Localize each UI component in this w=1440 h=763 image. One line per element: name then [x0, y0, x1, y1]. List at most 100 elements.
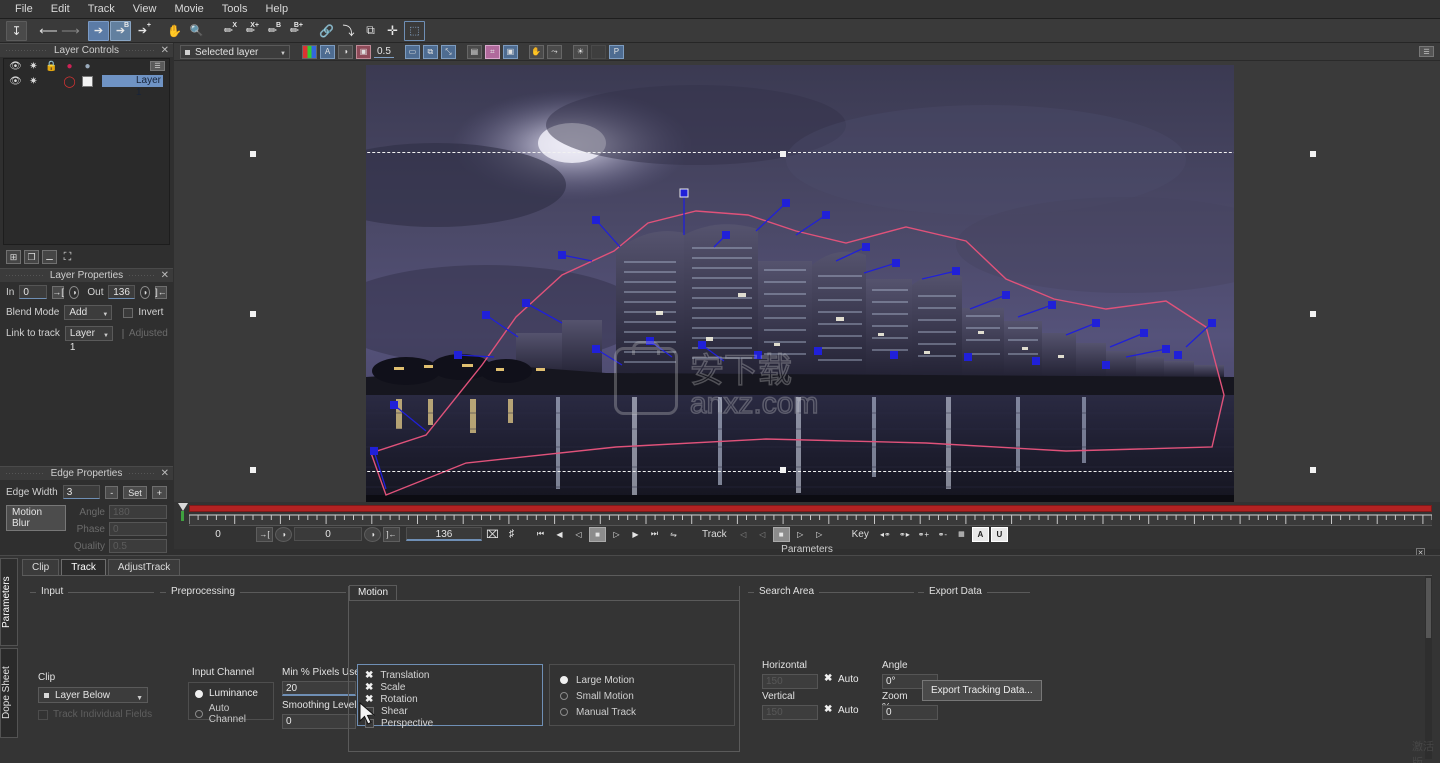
select-arrow-b-icon[interactable]: ➔ B [110, 20, 131, 41]
color-wheel2-icon[interactable]: ● [82, 61, 93, 72]
smoothing-field[interactable]: 0 [282, 714, 356, 729]
in-field[interactable]: 0 [19, 285, 48, 299]
duplicate-layer-icon[interactable]: ❐ [24, 250, 39, 264]
set-out-point-icon[interactable]: ]← [383, 526, 400, 542]
menu-item-edit[interactable]: Edit [42, 1, 79, 17]
pen-x-plus-icon[interactable]: ✏ X+ [240, 21, 261, 41]
set-in-point-icon[interactable]: →[ [52, 285, 65, 299]
fit-timeline-icon[interactable]: ⌧ [484, 527, 501, 542]
luminance-radio[interactable] [195, 689, 203, 698]
row-color-icon[interactable]: ◯ [63, 76, 75, 88]
table-row[interactable]: 👁 ✷ ◯ Layer 1 [4, 74, 169, 98]
prev-key-icon[interactable]: ◂⚭ [877, 527, 894, 542]
tracking-points-overlay[interactable] [366, 65, 1234, 502]
menu-item-tools[interactable]: Tools [213, 1, 257, 17]
pan-hand-icon[interactable]: ✋ [164, 21, 185, 41]
motion-blur-button[interactable]: Motion Blur [6, 505, 66, 531]
grid-icon[interactable]: ⌗ [484, 44, 500, 59]
vertical-field[interactable]: 150 [762, 705, 818, 720]
pen-b-icon[interactable]: ✏ B [262, 21, 283, 41]
key-plus-icon[interactable]: ⚭+ [915, 527, 932, 542]
viewer-canvas[interactable]: 安下载 anxz.com [174, 61, 1440, 502]
opacity-value[interactable]: 0.5 [374, 46, 394, 58]
min-pixels-field[interactable]: 20 [282, 681, 356, 696]
duplicate-shape-icon[interactable]: ⧉ [360, 21, 381, 41]
alpha-channel-icon[interactable]: A [320, 44, 335, 59]
tab-parameters[interactable]: Parameters [0, 558, 18, 646]
layer-menu-icon[interactable]: ☰ [150, 61, 165, 71]
layer-select-dropdown[interactable]: Selected layer [180, 44, 290, 61]
current-frame-field[interactable]: 0 [294, 527, 362, 541]
track-backward-all-icon[interactable]: ◁ [735, 527, 752, 542]
motion-group-label[interactable]: Motion [349, 585, 398, 600]
tab-adjusttrack[interactable]: AdjustTrack [107, 559, 181, 575]
copy-layers-icon[interactable]: ⧉ [422, 44, 438, 59]
horizontal-auto-checkbox[interactable]: ✖ [824, 673, 832, 684]
tab-clip[interactable]: Clip [22, 559, 60, 575]
tab-dope-sheet[interactable]: Dope Sheet [0, 648, 18, 738]
in-clock-icon[interactable]: ◑ [69, 285, 80, 299]
row-eye-icon[interactable]: 👁 [9, 76, 22, 87]
link-chain-icon[interactable]: 🔗 [316, 21, 337, 41]
track-stop-icon[interactable]: ■ [772, 526, 790, 542]
row-gear-icon[interactable]: ✷ [28, 76, 39, 87]
horizontal-field[interactable]: 150 [762, 674, 818, 689]
monitor-icon[interactable]: ▭ [404, 44, 420, 59]
marquee-select-icon[interactable]: ⬚ [404, 20, 425, 41]
export-tracking-data-button[interactable]: Export Tracking Data... [922, 680, 1042, 701]
go-to-end-icon[interactable]: ⏭ [646, 527, 663, 542]
add-point-arrow-icon[interactable]: ➔ + [132, 21, 153, 41]
pen-b-plus-icon[interactable]: ✏ B+ [284, 21, 305, 41]
arrow-left-icon[interactable]: ⟵ [38, 21, 59, 41]
close-icon[interactable]: ✕ [161, 468, 169, 479]
panel-menu-icon[interactable]: ☰ [1419, 46, 1434, 57]
tab-track[interactable]: Track [61, 559, 106, 575]
pen-x-icon[interactable]: ✏ X [218, 21, 239, 41]
close-icon[interactable]: ✕ [161, 270, 169, 281]
small-motion-radio[interactable] [560, 692, 568, 700]
edge-width-minus-button[interactable]: - [105, 485, 119, 499]
vertical-auto-checkbox[interactable]: ✖ [824, 704, 832, 715]
set-out-point-icon[interactable]: ]← [154, 285, 167, 299]
timeline-range-bar[interactable] [189, 505, 1432, 512]
auto-channel-radio[interactable] [195, 710, 203, 718]
invert-checkbox[interactable] [123, 307, 134, 318]
out-clock-icon[interactable]: ◑ [364, 526, 381, 542]
row-lock-icon[interactable] [46, 76, 57, 87]
menu-item-track[interactable]: Track [79, 1, 124, 17]
key-minus-icon[interactable]: ⚭- [934, 527, 951, 542]
preview-p-icon[interactable]: P [608, 44, 624, 59]
edge-width-field[interactable]: 3 [62, 485, 101, 499]
key-all-icon[interactable]: ▦ [953, 527, 970, 542]
go-to-start-icon[interactable]: ⏮ [532, 527, 549, 542]
overlay-red-icon[interactable]: ▣ [356, 44, 371, 59]
gear-icon[interactable]: ✷ [28, 61, 39, 72]
frame-end-field[interactable]: 136 [406, 527, 482, 541]
row-swatch[interactable] [82, 75, 93, 87]
hand-tool-icon[interactable]: ✋ [528, 44, 544, 59]
fit-view-icon[interactable]: ⤡ [440, 44, 456, 59]
color-wheel-icon[interactable]: ● [64, 61, 75, 72]
loop-icon[interactable]: ⇋ [665, 527, 682, 542]
play-forward-icon[interactable]: ▶ [627, 527, 644, 542]
lasso-icon[interactable]: ⤵ [338, 21, 359, 41]
inspect-region-icon[interactable]: ▣ [502, 44, 518, 59]
translation-checkbox[interactable]: ✖ [365, 670, 373, 681]
zoom-magnifier-icon[interactable]: 🔍 [186, 21, 207, 41]
track-forward-icon[interactable]: ▷ [792, 527, 809, 542]
frame-start-field[interactable]: 0 [182, 527, 254, 541]
set-in-point-icon[interactable]: →[ [256, 526, 273, 542]
manual-track-radio[interactable] [560, 708, 568, 716]
play-backward-icon[interactable]: ◀ [551, 527, 568, 542]
move-cross-icon[interactable]: ✛ [382, 21, 403, 41]
select-arrow-icon[interactable]: ➔ [88, 20, 109, 41]
close-icon[interactable]: ✕ [161, 45, 169, 56]
eye-icon[interactable]: 👁 [9, 61, 22, 72]
sidebar-item-label[interactable]: Layer 1 [102, 75, 163, 98]
link-to-track-select[interactable]: Layer 1 [64, 326, 113, 353]
delete-layer-icon[interactable]: ⚊ [42, 250, 57, 264]
clip-select[interactable]: Layer Below [38, 687, 148, 706]
undo-key-icon[interactable]: U [990, 526, 1008, 542]
new-layer-icon[interactable]: ⊞ [6, 250, 21, 264]
blend-mode-select[interactable]: Add [64, 305, 113, 322]
